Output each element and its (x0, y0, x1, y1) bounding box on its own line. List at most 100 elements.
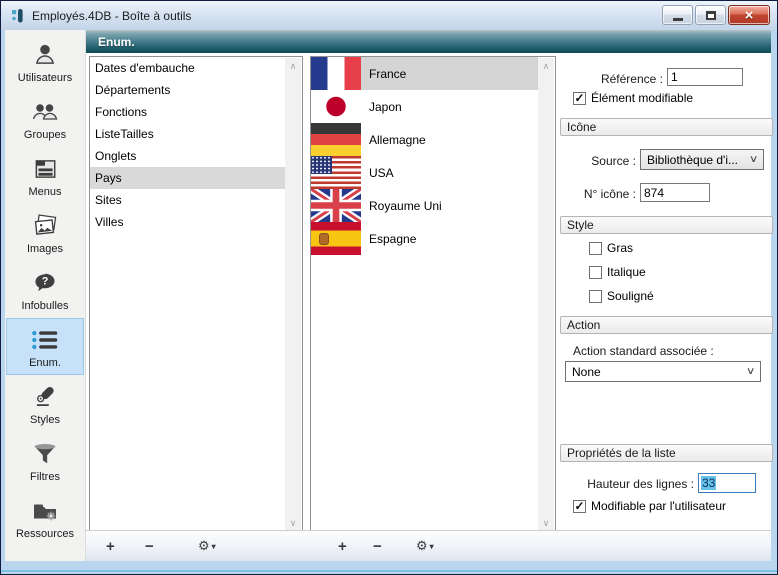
svg-text:?: ? (42, 275, 49, 287)
list-item[interactable]: Allemagne (311, 123, 538, 156)
list-item[interactable]: Départements (90, 79, 285, 101)
list-item[interactable]: Fonctions (90, 101, 285, 123)
checkmark-icon: ✓ (574, 93, 584, 103)
scrollbar-vertical[interactable]: ∧ ∨ (538, 58, 554, 530)
sidebar-item-utilisateurs[interactable]: Utilisateurs (6, 33, 84, 90)
sidebar-item-styles[interactable]: Styles (6, 375, 84, 432)
underline-label: Souligné (607, 289, 654, 303)
list-item-selected[interactable]: Pays (90, 167, 285, 189)
row-height-label: Hauteur des lignes : (566, 477, 694, 491)
menus-icon (32, 154, 58, 184)
list-item[interactable]: Royaume Uni (311, 189, 538, 222)
add-value-button[interactable]: + (338, 535, 347, 557)
users-icon (32, 40, 58, 70)
caret-down-icon: ▾ (212, 542, 216, 551)
list-item[interactable]: Espagne (311, 222, 538, 255)
minimize-icon (673, 18, 683, 21)
underline-row: ✓ Souligné (589, 289, 654, 303)
maximize-button[interactable] (695, 5, 726, 25)
sidebar-item-enum[interactable]: Enum. (6, 318, 84, 375)
list-item[interactable]: USA (311, 156, 538, 189)
sidebar-item-ressources[interactable]: Ressources (6, 489, 84, 546)
style-group-header: Style (560, 216, 773, 234)
window-controls: × (662, 5, 770, 25)
list-item[interactable]: Onglets (90, 145, 285, 167)
sidebar-item-groupes[interactable]: Groupes (6, 90, 84, 147)
sidebar-item-label: Enum. (29, 357, 61, 369)
flag-usa-icon (311, 156, 361, 189)
enumeration-actions-button[interactable]: ⚙ ▾ (198, 535, 216, 557)
standard-action-dropdown[interactable]: None ∨ (565, 361, 761, 382)
groups-icon (31, 97, 59, 127)
window-title: Employés.4DB - Boîte à outils (32, 9, 191, 23)
country-label: Espagne (369, 232, 416, 246)
checkmark-icon: ✓ (574, 501, 584, 511)
scroll-up-icon[interactable]: ∧ (543, 58, 550, 73)
reference-label: Référence : (556, 72, 663, 86)
gear-icon: ⚙ (198, 538, 210, 554)
remove-value-button[interactable]: − (373, 535, 382, 557)
country-label: Allemagne (369, 133, 426, 147)
bold-row: ✓ Gras (589, 241, 633, 255)
add-enumeration-button[interactable]: + (106, 535, 115, 557)
list-properties-group-header: Propriétés de la liste (560, 444, 773, 462)
element-modifiable-checkbox[interactable]: ✓ (573, 92, 586, 105)
bold-checkbox[interactable]: ✓ (589, 242, 602, 255)
icon-number-input[interactable] (640, 183, 710, 202)
user-modifiable-row: ✓ Modifiable par l'utilisateur (573, 499, 726, 513)
toolbox-window: Employés.4DB - Boîte à outils × Utilisat… (0, 0, 778, 575)
folder-gear-icon (31, 496, 59, 526)
value-actions-button[interactable]: ⚙ ▾ (416, 535, 434, 557)
close-button[interactable]: × (728, 5, 770, 25)
tooltip-bubble-icon: ? (32, 268, 58, 298)
reference-input[interactable] (667, 68, 743, 86)
user-modifiable-checkbox[interactable]: ✓ (573, 500, 586, 513)
icon-source-dropdown[interactable]: Bibliothèque d'i... ∨ (640, 149, 764, 170)
user-modifiable-label: Modifiable par l'utilisateur (591, 499, 726, 513)
flag-germany-icon (311, 123, 361, 156)
row-height-value: 33 (701, 476, 716, 490)
sidebar-item-filtres[interactable]: Filtres (6, 432, 84, 489)
flag-uk-icon (311, 189, 361, 222)
remove-enumeration-button[interactable]: − (145, 535, 154, 557)
sidebar-item-label: Images (27, 243, 63, 255)
titlebar[interactable]: Employés.4DB - Boîte à outils × (1, 1, 777, 30)
chevron-down-icon: ∨ (749, 154, 759, 165)
sidebar-item-infobulles[interactable]: ? Infobulles (6, 261, 84, 318)
country-label: France (369, 67, 406, 81)
italic-row: ✓ Italique (589, 265, 646, 279)
scroll-up-icon[interactable]: ∧ (290, 58, 297, 73)
enumerations-list: Dates d'embauche Départements Fonctions … (89, 56, 303, 532)
row-height-input[interactable]: 33 (698, 473, 756, 493)
standard-action-value: None (572, 365, 601, 379)
close-icon: × (745, 8, 754, 23)
sidebar-item-images[interactable]: Images (6, 204, 84, 261)
sidebar-item-label: Infobulles (21, 300, 68, 312)
flag-france-icon (311, 57, 361, 90)
sidebar-item-label: Filtres (30, 471, 60, 483)
list-item[interactable]: Villes (90, 211, 285, 233)
underline-checkbox[interactable]: ✓ (589, 290, 602, 303)
sidebar-item-menus[interactable]: Menus (6, 147, 84, 204)
content-area: Dates d'embauche Départements Fonctions … (86, 53, 771, 561)
list-item[interactable]: ListeTailles (90, 123, 285, 145)
country-label: Royaume Uni (369, 199, 442, 213)
italic-checkbox[interactable]: ✓ (589, 266, 602, 279)
window-body: Utilisateurs Groupes (5, 30, 771, 561)
pen-icon (32, 382, 58, 412)
section-header: Enum. (86, 30, 771, 53)
sidebar-item-label: Groupes (24, 129, 66, 141)
sidebar-item-label: Styles (30, 414, 60, 426)
list-item[interactable]: Dates d'embauche (90, 57, 285, 79)
flag-spain-icon (311, 222, 361, 255)
scrollbar-vertical[interactable]: ∧ ∨ (285, 58, 301, 530)
minimize-button[interactable] (662, 5, 693, 25)
list-item-selected[interactable]: France (311, 57, 538, 90)
list-item[interactable]: Sites (90, 189, 285, 211)
list-toolbar: + − ⚙ ▾ + − ⚙ ▾ (86, 530, 771, 561)
action-group-header: Action (560, 316, 773, 334)
list-item[interactable]: Japon (311, 90, 538, 123)
scroll-down-icon[interactable]: ∨ (290, 515, 297, 530)
scroll-down-icon[interactable]: ∨ (543, 515, 550, 530)
sidebar-item-label: Utilisateurs (18, 72, 72, 84)
